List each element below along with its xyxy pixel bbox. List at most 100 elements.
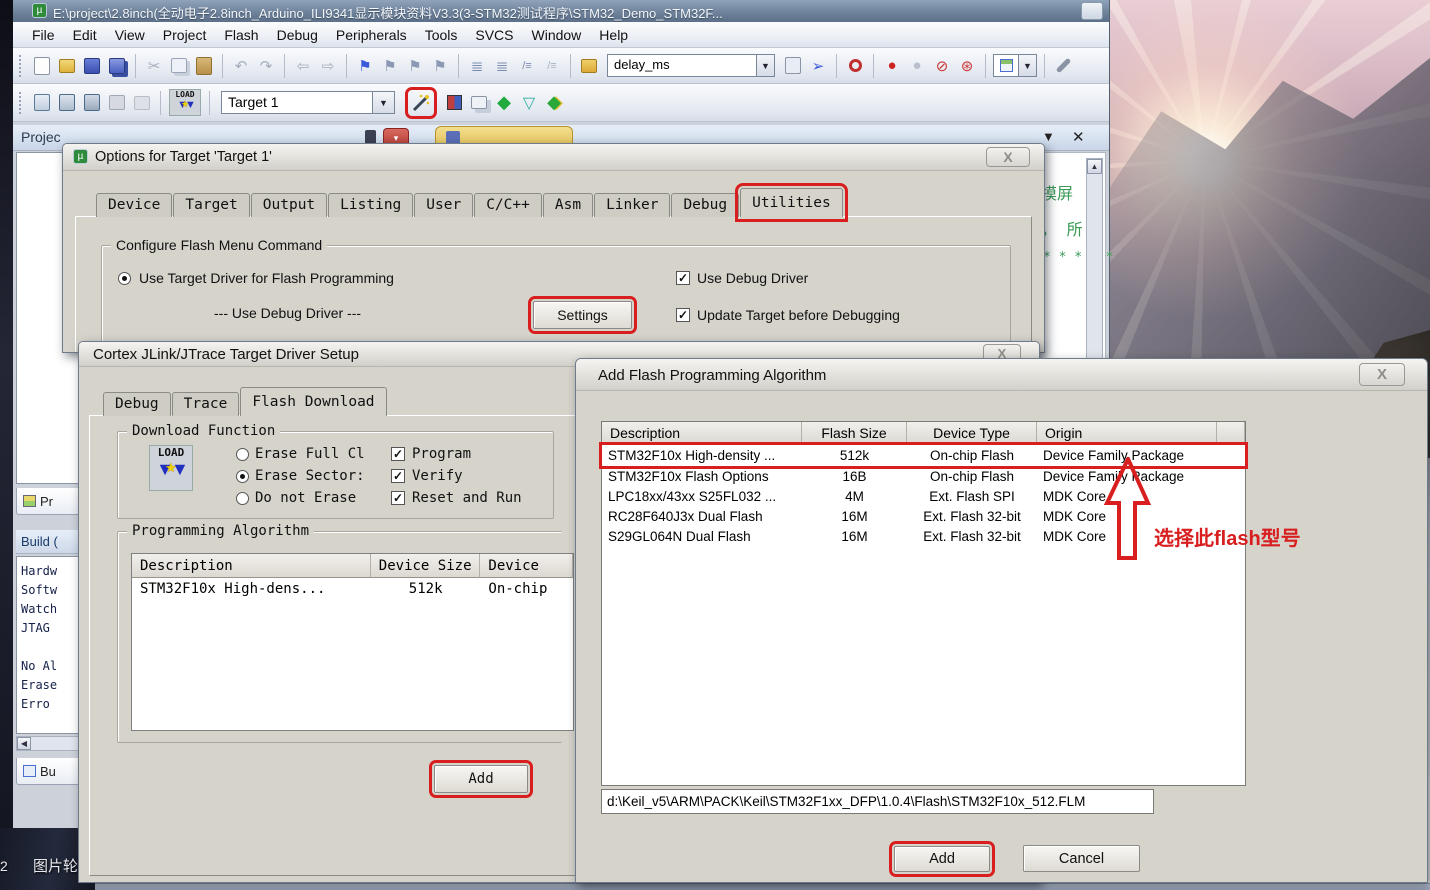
program-checkbox[interactable]: ✓ [391, 447, 405, 461]
menu-project[interactable]: Project [154, 24, 216, 46]
tab-output[interactable]: Output [251, 193, 327, 217]
window-layout-combo[interactable]: ▼ [993, 54, 1037, 77]
breakpoint-disable-icon[interactable]: ● [906, 55, 928, 77]
tab-jlink-trace[interactable]: Trace [172, 392, 240, 416]
copy-icon[interactable] [168, 55, 190, 77]
bookmark-icon[interactable]: ⚑ [354, 55, 376, 77]
menu-flash[interactable]: Flash [215, 24, 267, 46]
desktop-icon-label[interactable]: 图片轮 [33, 855, 78, 876]
col-description[interactable]: Description [602, 422, 802, 445]
menu-window[interactable]: Window [523, 24, 591, 46]
menu-debug[interactable]: Debug [268, 24, 327, 46]
tab-debug[interactable]: Debug [671, 193, 739, 217]
breakpoint-enable-all-icon[interactable]: ⊛ [956, 55, 978, 77]
batch-build-icon[interactable] [106, 92, 128, 114]
use-debug-driver-label[interactable]: Use Debug Driver [697, 270, 808, 286]
options-dialog-titlebar[interactable]: µ Options for Target 'Target 1' X [63, 144, 1044, 171]
bookmark-prev-icon[interactable]: ⚑ [379, 55, 401, 77]
flash-file-path-input[interactable]: d:\Keil_v5\ARM\PACK\Keil\STM32F1xx_DFP\1… [601, 789, 1154, 814]
build-icon[interactable] [56, 92, 78, 114]
use-target-driver-label[interactable]: Use Target Driver for Flash Programming [139, 270, 394, 286]
col-flash-size[interactable]: Flash Size [802, 422, 907, 445]
unindent-icon[interactable]: ≣ [491, 55, 513, 77]
rebuild-icon[interactable] [81, 92, 103, 114]
add-flash-close-icon[interactable]: X [1359, 363, 1405, 386]
menu-tools[interactable]: Tools [416, 24, 467, 46]
open-project-icon[interactable] [578, 55, 600, 77]
translate-icon[interactable] [31, 92, 53, 114]
search-combo[interactable]: delay_ms ▼ [607, 54, 775, 77]
menu-peripherals[interactable]: Peripherals [327, 24, 416, 46]
search-dropdown-icon[interactable]: ▼ [757, 54, 775, 77]
col-origin[interactable]: Origin [1037, 422, 1217, 445]
tab-utilities[interactable]: Utilities [740, 188, 843, 217]
stop-build-icon[interactable] [131, 92, 153, 114]
program-label[interactable]: Program [412, 446, 471, 462]
open-folder-icon[interactable] [56, 55, 78, 77]
minimize-button[interactable] [1081, 2, 1103, 20]
menu-file[interactable]: File [23, 24, 64, 46]
target-dropdown-icon[interactable]: ▼ [373, 91, 395, 114]
add-flash-cancel-button[interactable]: Cancel [1023, 845, 1140, 872]
menu-view[interactable]: View [106, 24, 154, 46]
books-window-icon[interactable]: ▽ [518, 92, 540, 114]
col-device-type[interactable]: Device [480, 554, 573, 578]
jlink-add-button[interactable]: Add [434, 765, 528, 793]
save-icon[interactable] [81, 55, 103, 77]
pane-close-icon[interactable]: ✕ [1072, 128, 1085, 146]
verify-checkbox[interactable]: ✓ [391, 469, 405, 483]
toolbar-grip[interactable] [19, 55, 24, 77]
save-all-icon[interactable] [106, 55, 128, 77]
scroll-left-icon[interactable]: ◀ [17, 737, 31, 750]
algorithm-table[interactable]: Description Device Size Device STM32F10x… [131, 553, 574, 731]
reset-run-label[interactable]: Reset and Run [412, 490, 522, 506]
project-window-icon[interactable]: ◆ [493, 92, 515, 114]
desktop-icon-label-partial[interactable]: 2 [0, 858, 8, 874]
add-flash-add-button[interactable]: Add [894, 846, 990, 872]
navigate-forward-icon[interactable]: ⇨ [317, 55, 339, 77]
window-layout-dropdown-icon[interactable]: ▼ [1019, 54, 1037, 77]
configure-icon[interactable] [1052, 55, 1074, 77]
scroll-up-icon[interactable]: ▲ [1087, 159, 1102, 174]
indent-icon[interactable]: ≣ [466, 55, 488, 77]
use-debug-driver-checkbox[interactable]: ✓ [676, 271, 690, 285]
download-icon[interactable]: LOAD ▼▼ ★ [168, 89, 202, 117]
tab-target[interactable]: Target [173, 193, 249, 217]
tab-build-output[interactable]: Bu [16, 758, 80, 785]
reset-run-checkbox[interactable]: ✓ [391, 491, 405, 505]
find-in-files-icon[interactable] [782, 55, 804, 77]
use-target-driver-radio[interactable] [118, 272, 131, 285]
redo-icon[interactable]: ↷ [255, 55, 277, 77]
tab-flash-download[interactable]: Flash Download [240, 387, 386, 416]
paste-icon[interactable] [193, 55, 215, 77]
erase-sectors-radio[interactable] [236, 470, 249, 483]
navigate-back-icon[interactable]: ⇦ [292, 55, 314, 77]
verify-label[interactable]: Verify [412, 468, 463, 484]
bookmark-next-icon[interactable]: ⚑ [404, 55, 426, 77]
search-input[interactable]: delay_ms [607, 54, 757, 77]
menu-help[interactable]: Help [590, 24, 637, 46]
settings-button[interactable]: Settings [533, 301, 632, 329]
erase-sectors-label[interactable]: Erase Sector: [255, 468, 365, 484]
options-for-target-icon[interactable] [410, 92, 432, 114]
col-description[interactable]: Description [132, 554, 371, 578]
tab-linker[interactable]: Linker [594, 193, 670, 217]
tab-user[interactable]: User [414, 193, 473, 217]
bookmark-clear-icon[interactable]: ⚑ [429, 55, 451, 77]
window-layout-icon[interactable] [993, 54, 1019, 77]
erase-full-chip-radio[interactable] [236, 448, 249, 461]
pane-menu-icon[interactable]: ▼ [1042, 129, 1055, 144]
manage-layers-icon[interactable] [468, 92, 490, 114]
toolbar-grip[interactable] [19, 92, 24, 114]
functions-window-icon[interactable]: ◆ [543, 92, 565, 114]
col-device-type[interactable]: Device Type [907, 422, 1037, 445]
update-target-checkbox[interactable]: ✓ [676, 308, 690, 322]
target-combo[interactable]: Target 1 ▼ [221, 91, 395, 114]
breakpoint-icon[interactable]: ● [881, 55, 903, 77]
menu-svcs[interactable]: SVCS [466, 24, 522, 46]
col-device-size[interactable]: Device Size [371, 554, 480, 578]
search-icon[interactable] [844, 55, 866, 77]
breakpoint-kill-icon[interactable]: ⊘ [931, 55, 953, 77]
menu-edit[interactable]: Edit [64, 24, 106, 46]
manage-components-icon[interactable] [443, 92, 465, 114]
